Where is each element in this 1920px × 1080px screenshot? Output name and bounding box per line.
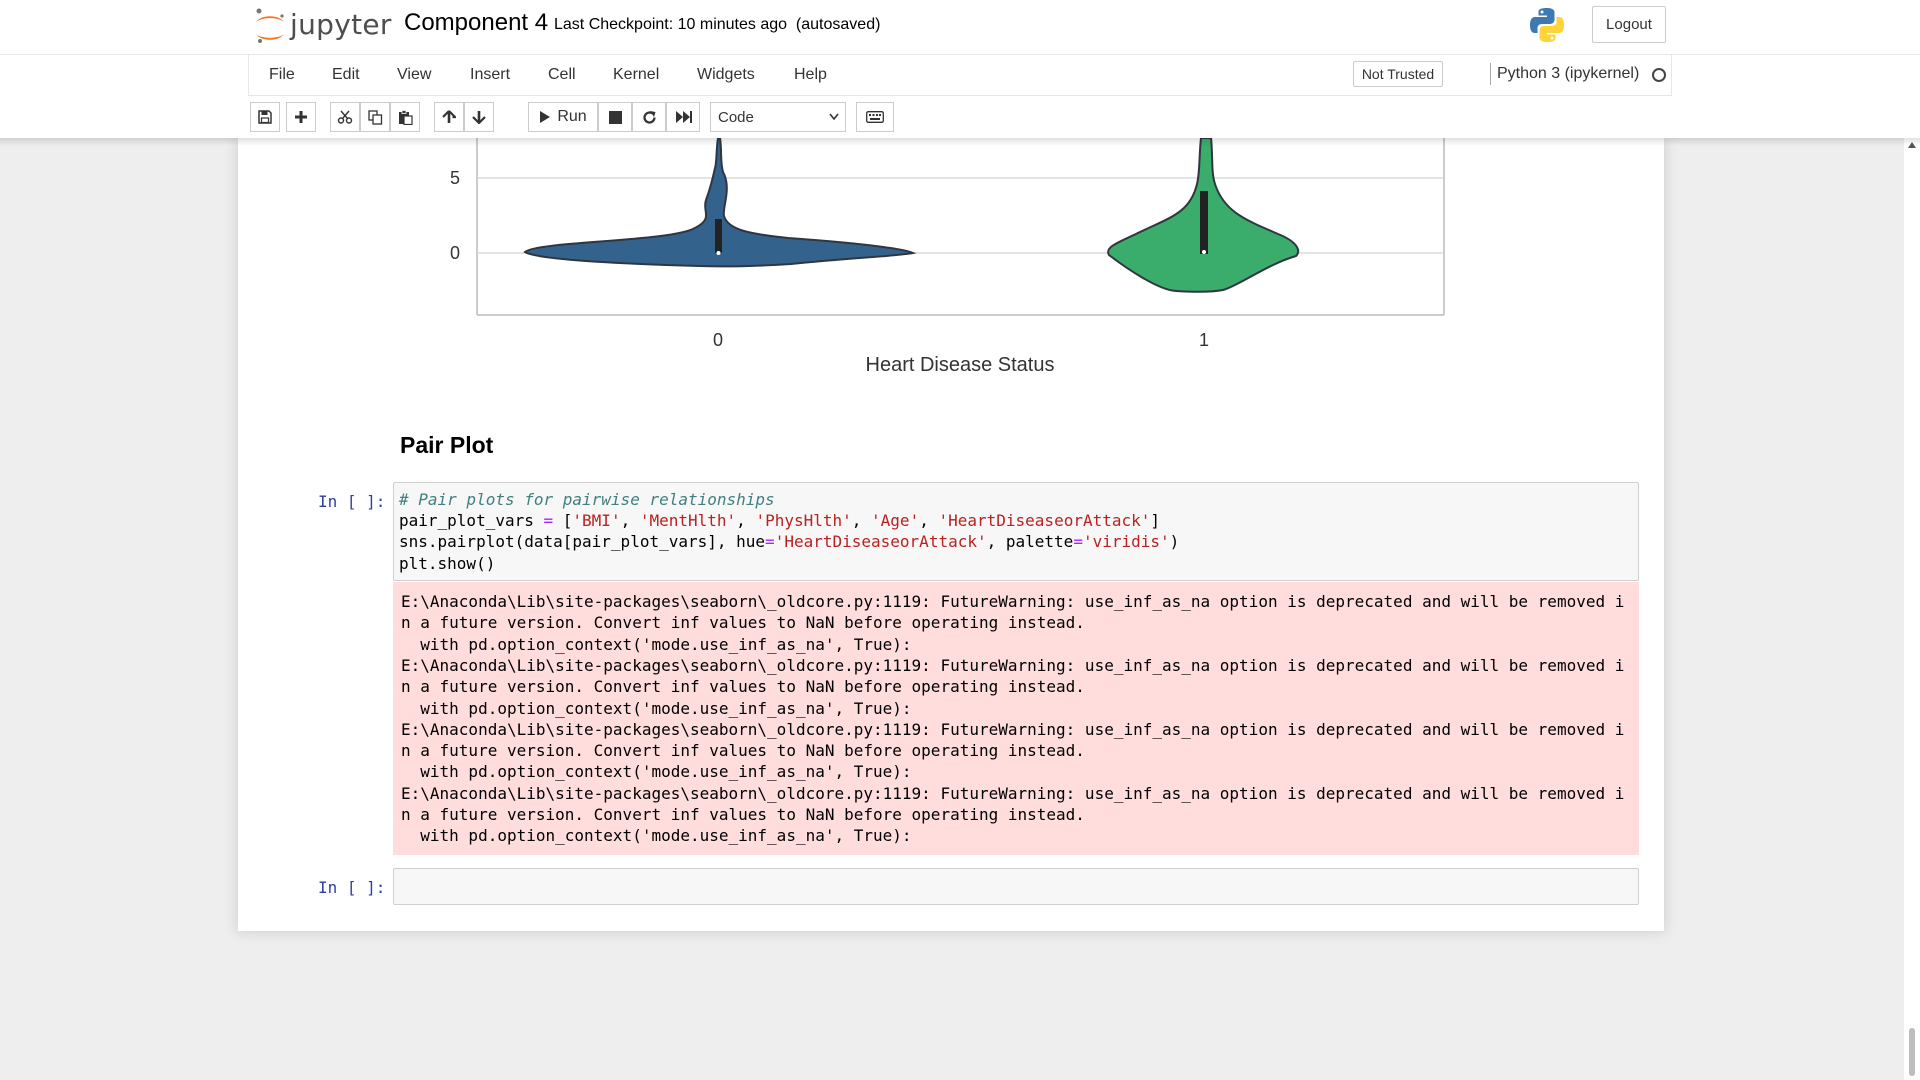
copy-icon: [367, 109, 382, 125]
fast-forward-icon: [675, 111, 692, 123]
notebook-page: 5 0 0 1 Heart Disease Status Pair Plot I…: [238, 138, 1664, 931]
stderr-line: with pd.option_context('mode.use_inf_as_…: [401, 634, 912, 654]
menu-widgets[interactable]: Widgets: [697, 66, 755, 84]
header-shadow: [0, 138, 1920, 146]
header-top: jupyter Component 4 Last Checkpoint: 10 …: [0, 0, 1920, 55]
stderr-line: n a future version. Convert inf values t…: [401, 805, 1085, 824]
code-line-3: sns.pairplot(data[pair_plot_vars], hue='…: [399, 532, 1180, 551]
stderr-line: n a future version. Convert inf values t…: [401, 677, 1085, 697]
empty-code-cell[interactable]: [393, 868, 1639, 905]
page-scrollbar[interactable]: [1904, 138, 1920, 1080]
stop-icon: [608, 110, 622, 124]
logo-text: jupyter: [290, 8, 392, 41]
python-logo-icon: [1528, 6, 1566, 44]
arrow-up-icon: [442, 110, 456, 123]
stderr-line: with pd.option_context('mode.use_inf_as_…: [401, 826, 912, 846]
jupyter-logo[interactable]: jupyter: [252, 6, 392, 46]
plus-icon: [295, 111, 307, 123]
code-comment-line: # Pair plots for pairwise relationships: [399, 490, 775, 509]
stderr-line: n a future version. Convert inf values t…: [401, 613, 1085, 633]
stderr-line: E:\Anaconda\Lib\site-packages\seaborn\_o…: [401, 592, 1625, 611]
restart-run-all-button[interactable]: [666, 102, 700, 132]
menubar: File Edit View Insert Cell Kernel Widget…: [248, 55, 1672, 96]
copy-button[interactable]: [360, 102, 390, 132]
save-button[interactable]: [250, 102, 280, 132]
checkpoint-status: Last Checkpoint: 10 minutes ago (autosav…: [554, 16, 880, 34]
stderr-line: E:\Anaconda\Lib\site-packages\seaborn\_o…: [401, 655, 1625, 675]
restart-icon: [642, 110, 656, 124]
toolbar: Run Code: [248, 96, 1672, 138]
not-trusted-button[interactable]: Not Trusted: [1353, 61, 1443, 87]
command-palette-button[interactable]: [856, 102, 894, 132]
ytick-label-5: 5: [450, 168, 460, 188]
cell-type-value: Code: [718, 108, 754, 126]
ytick-label-0: 0: [450, 243, 460, 263]
header: jupyter Component 4 Last Checkpoint: 10 …: [0, 0, 1920, 138]
violin-1-median: [1202, 250, 1206, 254]
empty-cell-prompt: In [ ]:: [318, 878, 386, 897]
menu-cell[interactable]: Cell: [548, 66, 576, 84]
paste-button[interactable]: [390, 102, 420, 132]
code-line-2: pair_plot_vars = ['BMI', 'MentHlth', 'Ph…: [399, 511, 1161, 530]
menu-file[interactable]: File: [269, 66, 295, 84]
cut-icon: [337, 110, 353, 124]
stderr-line: E:\Anaconda\Lib\site-packages\seaborn\_o…: [401, 783, 1625, 803]
restart-kernel-button[interactable]: [632, 102, 666, 132]
cut-button[interactable]: [330, 102, 360, 132]
xtick-label-1: 1: [1199, 330, 1209, 350]
logout-button[interactable]: Logout: [1592, 6, 1666, 43]
menu-help[interactable]: Help: [794, 66, 827, 84]
stderr-line: with pd.option_context('mode.use_inf_as_…: [401, 698, 912, 718]
run-icon: [540, 111, 551, 123]
run-label: Run: [557, 108, 587, 125]
save-icon: [258, 110, 272, 124]
xtick-label-0: 0: [713, 330, 723, 350]
keyboard-icon: [866, 111, 884, 123]
code-line-4: plt.show(): [399, 554, 496, 573]
stderr-line: with pd.option_context('mode.use_inf_as_…: [401, 762, 912, 782]
section-heading: Pair Plot: [400, 432, 494, 458]
violin-1-box: [1200, 191, 1208, 254]
violin-0-box: [715, 219, 722, 253]
kernel-idle-indicator-icon: [1652, 68, 1666, 82]
checkpoint-text: Last Checkpoint: 10 minutes ago: [554, 16, 788, 33]
arrow-down-icon: [472, 111, 486, 124]
kernel-name[interactable]: Python 3 (ipykernel): [1497, 65, 1639, 83]
menu-edit[interactable]: Edit: [332, 66, 360, 84]
cell-prompt: In [ ]:: [318, 492, 386, 511]
violin-chart: 5 0 0 1 Heart Disease Status: [450, 138, 1445, 376]
jupyter-logo-icon: [256, 8, 284, 43]
interrupt-button[interactable]: [598, 102, 632, 132]
autosave-text: (autosaved): [795, 16, 881, 33]
menu-view[interactable]: View: [397, 66, 431, 84]
kernel-separator: [1490, 63, 1491, 85]
move-up-button[interactable]: [434, 102, 464, 132]
paste-icon: [398, 109, 413, 125]
stderr-line: n a future version. Convert inf values t…: [401, 741, 1085, 761]
chevron-down-icon: [829, 113, 839, 121]
menu-insert[interactable]: Insert: [470, 66, 510, 84]
x-axis-label: Heart Disease Status: [866, 354, 1055, 376]
menu-kernel[interactable]: Kernel: [613, 66, 659, 84]
run-button[interactable]: Run: [528, 102, 598, 132]
cell-type-select[interactable]: Code: [710, 102, 846, 132]
violin-0-median: [716, 251, 721, 255]
notebook-title[interactable]: Component 4: [404, 9, 548, 37]
insert-cell-button[interactable]: [286, 102, 316, 132]
scrollbar-thumb[interactable]: [1909, 1028, 1915, 1076]
stderr-line: E:\Anaconda\Lib\site-packages\seaborn\_o…: [401, 719, 1625, 739]
move-down-button[interactable]: [464, 102, 494, 132]
